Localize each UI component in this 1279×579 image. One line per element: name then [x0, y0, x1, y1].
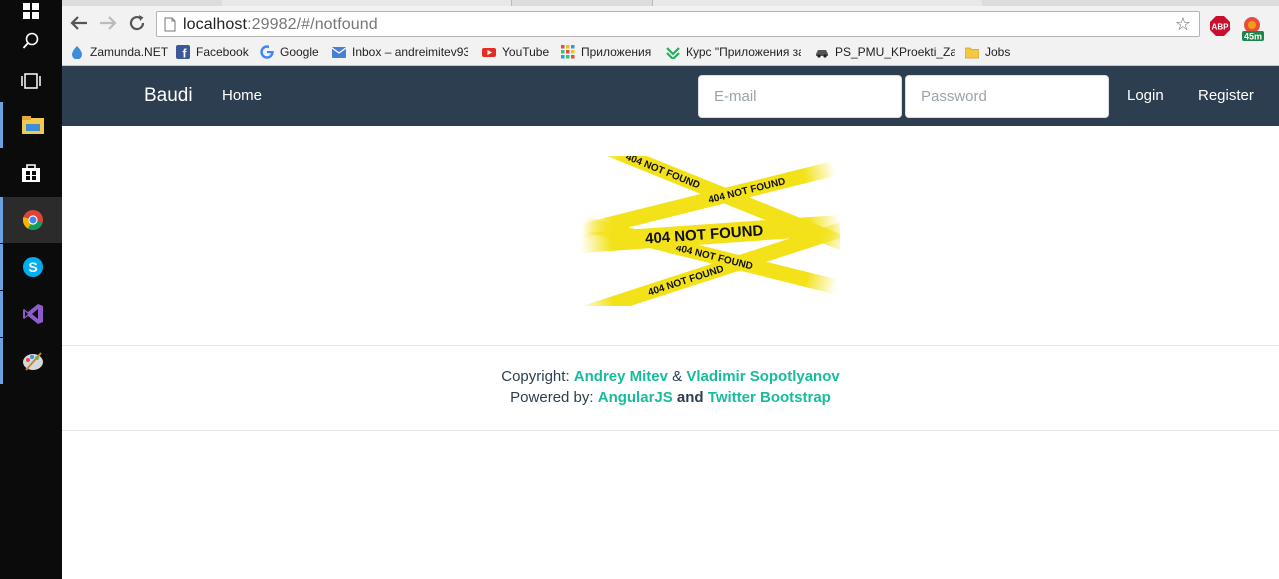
forward-button[interactable] — [97, 12, 119, 34]
bookmark-jobs-folder[interactable]: Jobs — [965, 43, 1017, 61]
windows-logo-icon — [23, 3, 39, 19]
navbar-brand[interactable]: Baudi — [144, 85, 193, 107]
browser-chrome: localhost:29982/#/notfound ☆ ABP 45m Zam… — [62, 0, 1279, 66]
folder-icon — [21, 116, 44, 134]
address-bar[interactable]: localhost:29982/#/notfound ☆ — [156, 11, 1200, 37]
taskbar-store[interactable] — [0, 150, 62, 196]
nav-home-link[interactable]: Home — [222, 87, 262, 104]
chrome-icon — [22, 210, 43, 230]
and-text: and — [676, 389, 704, 406]
youtube-icon — [482, 48, 496, 57]
bookmark-ps-pmu[interactable]: PS_PMU_KProekti_Zad — [815, 43, 955, 61]
taskbar-file-explorer[interactable] — [0, 102, 62, 148]
inbox-icon — [332, 47, 346, 58]
bookmark-inbox[interactable]: Inbox – andreimitev93 — [332, 43, 468, 61]
footer-divider-bottom — [62, 430, 1279, 431]
visual-studio-icon — [22, 304, 43, 324]
svg-text:S: S — [28, 259, 37, 275]
zamunda-icon — [72, 46, 82, 59]
task-view-button[interactable] — [0, 58, 62, 104]
bootstrap-link[interactable]: Twitter Bootstrap — [708, 389, 831, 406]
bookmark-course[interactable]: Курс "Приложения за — [666, 43, 801, 61]
angularjs-link[interactable]: AngularJS — [598, 389, 673, 406]
forward-arrow-icon — [100, 16, 117, 30]
copyright-label: Copyright: — [501, 368, 570, 385]
timer-extension-icon[interactable]: 45m — [1240, 16, 1268, 42]
reload-icon — [129, 15, 145, 31]
skype-icon: S — [22, 257, 43, 277]
email-input[interactable] — [698, 75, 902, 118]
navbar: Baudi Home Login Register — [62, 66, 1279, 126]
bookmarks-bar: Zamunda.NET f Facebook Google Inbox – an… — [62, 40, 1279, 64]
login-link[interactable]: Login — [1127, 87, 1164, 104]
author-link-andrey[interactable]: Andrey Mitev — [574, 368, 668, 385]
password-input[interactable] — [905, 75, 1109, 118]
windows-taskbar: S — [0, 0, 62, 579]
ampersand: & — [672, 368, 683, 385]
register-link[interactable]: Register — [1198, 87, 1254, 104]
bookmark-apps[interactable]: Приложения — [561, 43, 659, 61]
taskbar-skype[interactable]: S — [0, 244, 62, 290]
task-view-icon — [21, 73, 41, 89]
bookmark-star-icon[interactable]: ☆ — [1175, 14, 1191, 35]
browser-toolbar: localhost:29982/#/notfound ☆ ABP 45m — [62, 6, 1279, 42]
back-arrow-icon — [70, 16, 87, 30]
page-icon — [164, 17, 176, 32]
powered-by-line: Powered by: AngularJS and Twitter Bootst… — [62, 387, 1279, 408]
address-bar-url: localhost:29982/#/notfound — [183, 16, 378, 33]
apps-grid-icon — [561, 45, 575, 59]
folder-icon — [965, 47, 979, 59]
reload-button[interactable] — [126, 12, 148, 34]
store-bag-icon — [22, 164, 40, 182]
copyright-line: Copyright: Andrey Mitev & Vladimir Sopot… — [62, 366, 1279, 387]
powered-by-label: Powered by: — [510, 389, 594, 406]
facebook-icon: f — [176, 45, 190, 59]
bookmark-google[interactable]: Google — [260, 43, 324, 61]
bookmark-zamunda[interactable]: Zamunda.NET — [70, 43, 170, 61]
footer: Copyright: Andrey Mitev & Vladimir Sopot… — [62, 366, 1279, 408]
course-icon — [666, 47, 680, 59]
web-page: Baudi Home Login Register 404 NOT FOUND … — [62, 66, 1279, 579]
svg-text:ABP: ABP — [1212, 23, 1230, 32]
back-button[interactable] — [68, 12, 90, 34]
paint-palette-icon — [22, 352, 43, 371]
adblock-plus-icon[interactable]: ABP — [1210, 16, 1230, 36]
bookmark-facebook[interactable]: f Facebook — [176, 43, 256, 61]
google-icon — [260, 45, 274, 59]
car-icon — [816, 50, 828, 58]
author-link-vladimir[interactable]: Vladimir Sopotlyanov — [686, 368, 839, 385]
footer-divider-top — [62, 345, 1279, 346]
404-not-found-image: 404 NOT FOUND 404 NOT FOUND 404 NOT FOUN… — [580, 156, 840, 306]
search-icon — [22, 32, 39, 49]
taskbar-paint[interactable] — [0, 338, 62, 384]
taskbar-chrome[interactable] — [0, 197, 62, 243]
bookmark-youtube[interactable]: YouTube — [482, 43, 554, 61]
taskbar-visual-studio[interactable] — [0, 291, 62, 337]
